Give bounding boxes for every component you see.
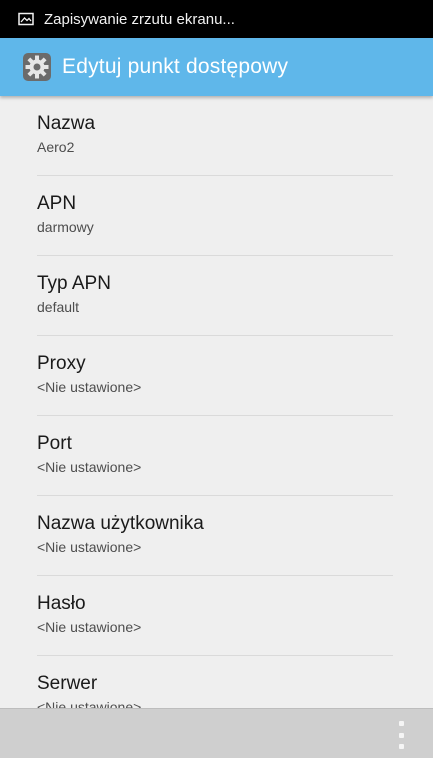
setting-label: Serwer [37,673,98,694]
overflow-menu-icon[interactable] [391,719,411,751]
setting-label: Proxy [37,353,86,374]
page-title: Edytuj punkt dostępowy [62,55,289,78]
settings-gear-icon[interactable] [22,52,52,82]
settings-list: Nazwa Aero2 APN darmowy Typ APN default … [0,96,433,708]
setting-item-apn[interactable]: APN darmowy [37,176,393,256]
setting-value: <Nie ustawione> [37,699,142,708]
setting-label: Nazwa [37,113,96,134]
setting-item-proxy[interactable]: Proxy <Nie ustawione> [37,336,393,416]
setting-item-nazwa[interactable]: Nazwa Aero2 [37,96,393,176]
setting-value: darmowy [37,219,94,235]
setting-value: default [37,299,80,315]
setting-value: <Nie ustawione> [37,459,142,475]
overflow-dot [398,721,404,726]
setting-item-nazwa-uzytkownika[interactable]: Nazwa użytkownika <Nie ustawione> [37,496,393,576]
overflow-dot [398,744,404,749]
setting-label: Typ APN [37,273,111,294]
setting-value: Aero2 [37,139,75,155]
bottom-action-bar [0,708,433,758]
status-bar: Zapisywanie zrzutu ekranu... [0,0,433,38]
setting-item-haslo[interactable]: Hasło <Nie ustawione> [37,576,393,656]
setting-value: <Nie ustawione> [37,619,142,635]
image-icon [18,12,34,26]
setting-label: Port [37,433,72,454]
setting-value: <Nie ustawione> [37,539,142,555]
status-notification-text: Zapisywanie zrzutu ekranu... [44,10,235,28]
setting-label: Nazwa użytkownika [37,513,204,534]
setting-label: APN [37,193,77,214]
setting-item-serwer[interactable]: Serwer <Nie ustawione> [37,656,393,708]
setting-item-typ-apn[interactable]: Typ APN default [37,256,393,336]
setting-item-port[interactable]: Port <Nie ustawione> [37,416,393,496]
setting-value: <Nie ustawione> [37,379,142,395]
overflow-dot [398,732,404,738]
action-bar: Edytuj punkt dostępowy [0,38,433,96]
setting-label: Hasło [37,593,86,614]
